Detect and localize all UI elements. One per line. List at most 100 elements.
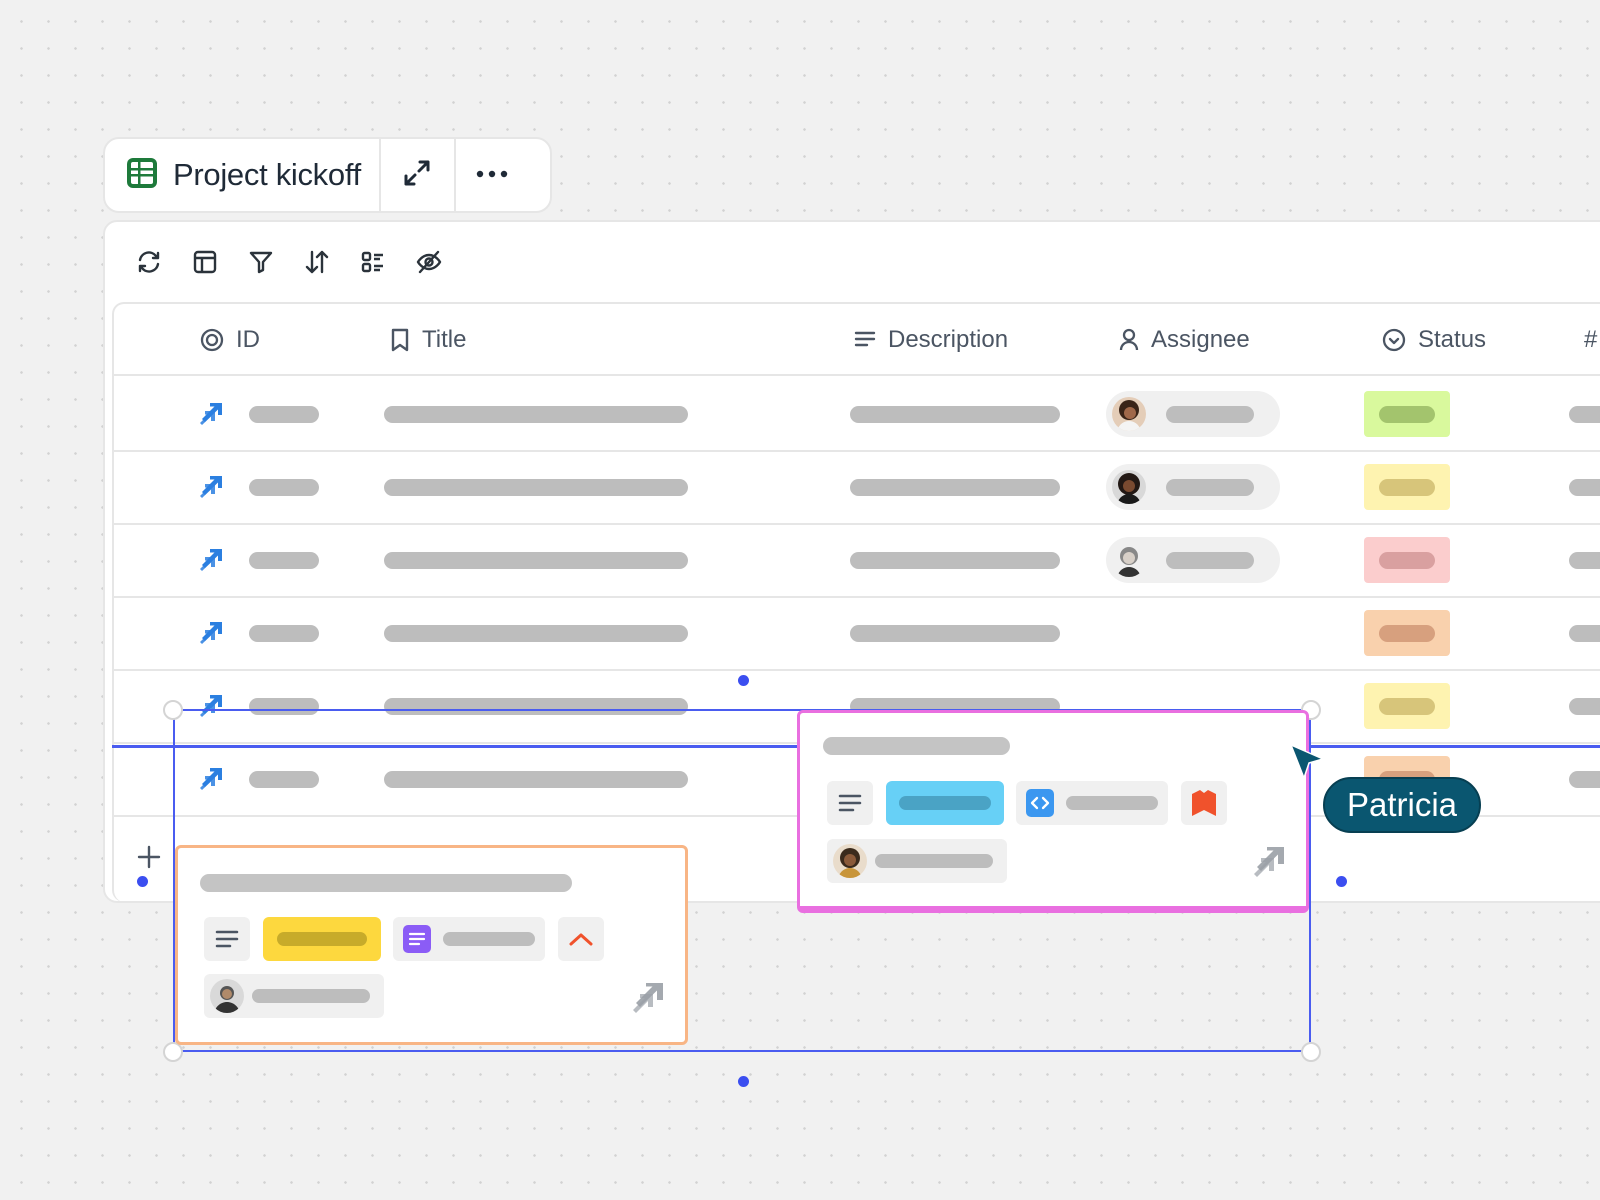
- jira-icon: [199, 597, 223, 669]
- tag-text-placeholder: [252, 989, 370, 1003]
- assignee-chip[interactable]: [1106, 391, 1280, 437]
- title-button[interactable]: Project kickoff: [105, 139, 379, 211]
- status-cell[interactable]: [1364, 451, 1450, 523]
- column-header-id[interactable]: ID: [200, 304, 260, 376]
- status-badge[interactable]: [1364, 537, 1450, 583]
- id-placeholder: [249, 451, 319, 523]
- hide-fields-button[interactable]: [415, 248, 443, 276]
- sync-button[interactable]: [135, 248, 163, 276]
- status-cell[interactable]: [1364, 670, 1450, 742]
- tag-text-placeholder: [1066, 796, 1158, 810]
- status-badge[interactable]: [1364, 610, 1450, 656]
- title-placeholder: [384, 451, 688, 523]
- resize-handle-bottom-left[interactable]: [163, 1042, 183, 1062]
- column-header-number[interactable]: #: [1584, 304, 1597, 376]
- column-label: Status: [1418, 326, 1487, 353]
- status-cell[interactable]: [1364, 597, 1450, 669]
- issue-card[interactable]: [797, 710, 1309, 913]
- connector-dot-bottom[interactable]: [738, 1076, 749, 1087]
- document-tag: [393, 917, 545, 961]
- table-row[interactable]: [114, 451, 1600, 525]
- tag-text-placeholder: [899, 796, 991, 810]
- lines-icon: [854, 331, 876, 347]
- avatar: [1112, 470, 1146, 504]
- description-placeholder: [850, 451, 1060, 523]
- status-badge[interactable]: [1364, 464, 1450, 510]
- priority-tag: [558, 917, 604, 961]
- assignee-name-placeholder: [1166, 405, 1254, 423]
- status-tag: [263, 917, 381, 961]
- assignee-cell[interactable]: [1106, 378, 1280, 450]
- add-row-button[interactable]: [134, 842, 164, 872]
- issue-card[interactable]: [175, 845, 688, 1045]
- assignee-cell[interactable]: [1106, 524, 1280, 596]
- column-header-status[interactable]: Status: [1382, 304, 1486, 376]
- layout-button[interactable]: [191, 248, 219, 276]
- number-placeholder: [1569, 451, 1600, 523]
- sync-icon: [138, 251, 160, 273]
- card-title-placeholder: [200, 874, 572, 892]
- id-placeholder: [249, 524, 319, 596]
- table-row[interactable]: [114, 524, 1600, 598]
- sort-icon: [305, 250, 329, 274]
- group-button[interactable]: [359, 248, 387, 276]
- lines-icon: [838, 794, 862, 812]
- avatar: [1112, 543, 1146, 577]
- check-circle-icon: [1382, 328, 1406, 352]
- status-badge[interactable]: [1364, 391, 1450, 437]
- title-placeholder: [384, 597, 688, 669]
- assignee-chip[interactable]: [1106, 464, 1280, 510]
- tag-text-placeholder: [443, 932, 535, 946]
- column-header-description[interactable]: Description: [854, 304, 1008, 376]
- spreadsheet-icon: [125, 156, 159, 195]
- jira-icon: [199, 378, 223, 450]
- description-placeholder: [850, 524, 1060, 596]
- tag-text-placeholder: [875, 854, 993, 868]
- number-placeholder: [1569, 524, 1600, 596]
- description-placeholder: [850, 597, 1060, 669]
- table-row[interactable]: [114, 378, 1600, 452]
- code-icon: [1026, 789, 1054, 817]
- page-title: Project kickoff: [173, 157, 361, 192]
- avatar: [833, 844, 867, 878]
- assignee-name-placeholder: [1166, 551, 1254, 569]
- connector-dot-right[interactable]: [1336, 876, 1347, 887]
- card-title-placeholder: [823, 737, 1010, 755]
- avatar: [210, 979, 244, 1013]
- status-badge[interactable]: [1364, 683, 1450, 729]
- column-header-assignee[interactable]: Assignee: [1119, 304, 1250, 376]
- column-label: Title: [422, 326, 467, 353]
- connector-dot-left[interactable]: [137, 876, 148, 887]
- target-icon: [200, 328, 224, 352]
- view-title-bar: Project kickoff: [103, 137, 552, 213]
- description-tag: [204, 917, 250, 961]
- filter-button[interactable]: [247, 248, 275, 276]
- expand-button[interactable]: [381, 139, 454, 211]
- priority-tag: [1181, 781, 1227, 825]
- collaborator-cursor: [1288, 742, 1328, 787]
- priority-highest-icon: [1192, 790, 1216, 816]
- bookmark-icon: [391, 328, 409, 352]
- assignee-cell[interactable]: [1106, 451, 1280, 523]
- jira-icon: [631, 981, 665, 1020]
- id-placeholder: [249, 378, 319, 450]
- connector-dot-top[interactable]: [738, 675, 749, 686]
- assignee-chip[interactable]: [1106, 537, 1280, 583]
- avatar: [1112, 397, 1146, 431]
- resize-handle-bottom-right[interactable]: [1301, 1042, 1321, 1062]
- assignee-name-placeholder: [1166, 478, 1254, 496]
- status-tag: [886, 781, 1004, 825]
- tag-text-placeholder: [277, 932, 367, 946]
- column-header-title[interactable]: Title: [390, 304, 466, 376]
- sort-button[interactable]: [303, 248, 331, 276]
- resize-handle-top-left[interactable]: [163, 700, 183, 720]
- more-button[interactable]: [456, 139, 529, 211]
- priority-high-icon: [569, 933, 593, 946]
- table-row[interactable]: [114, 597, 1600, 671]
- description-placeholder: [850, 378, 1060, 450]
- number-placeholder: [1569, 743, 1600, 815]
- status-cell[interactable]: [1364, 524, 1450, 596]
- group-icon: [361, 251, 383, 273]
- column-label: #: [1584, 326, 1598, 353]
- status-cell[interactable]: [1364, 378, 1450, 450]
